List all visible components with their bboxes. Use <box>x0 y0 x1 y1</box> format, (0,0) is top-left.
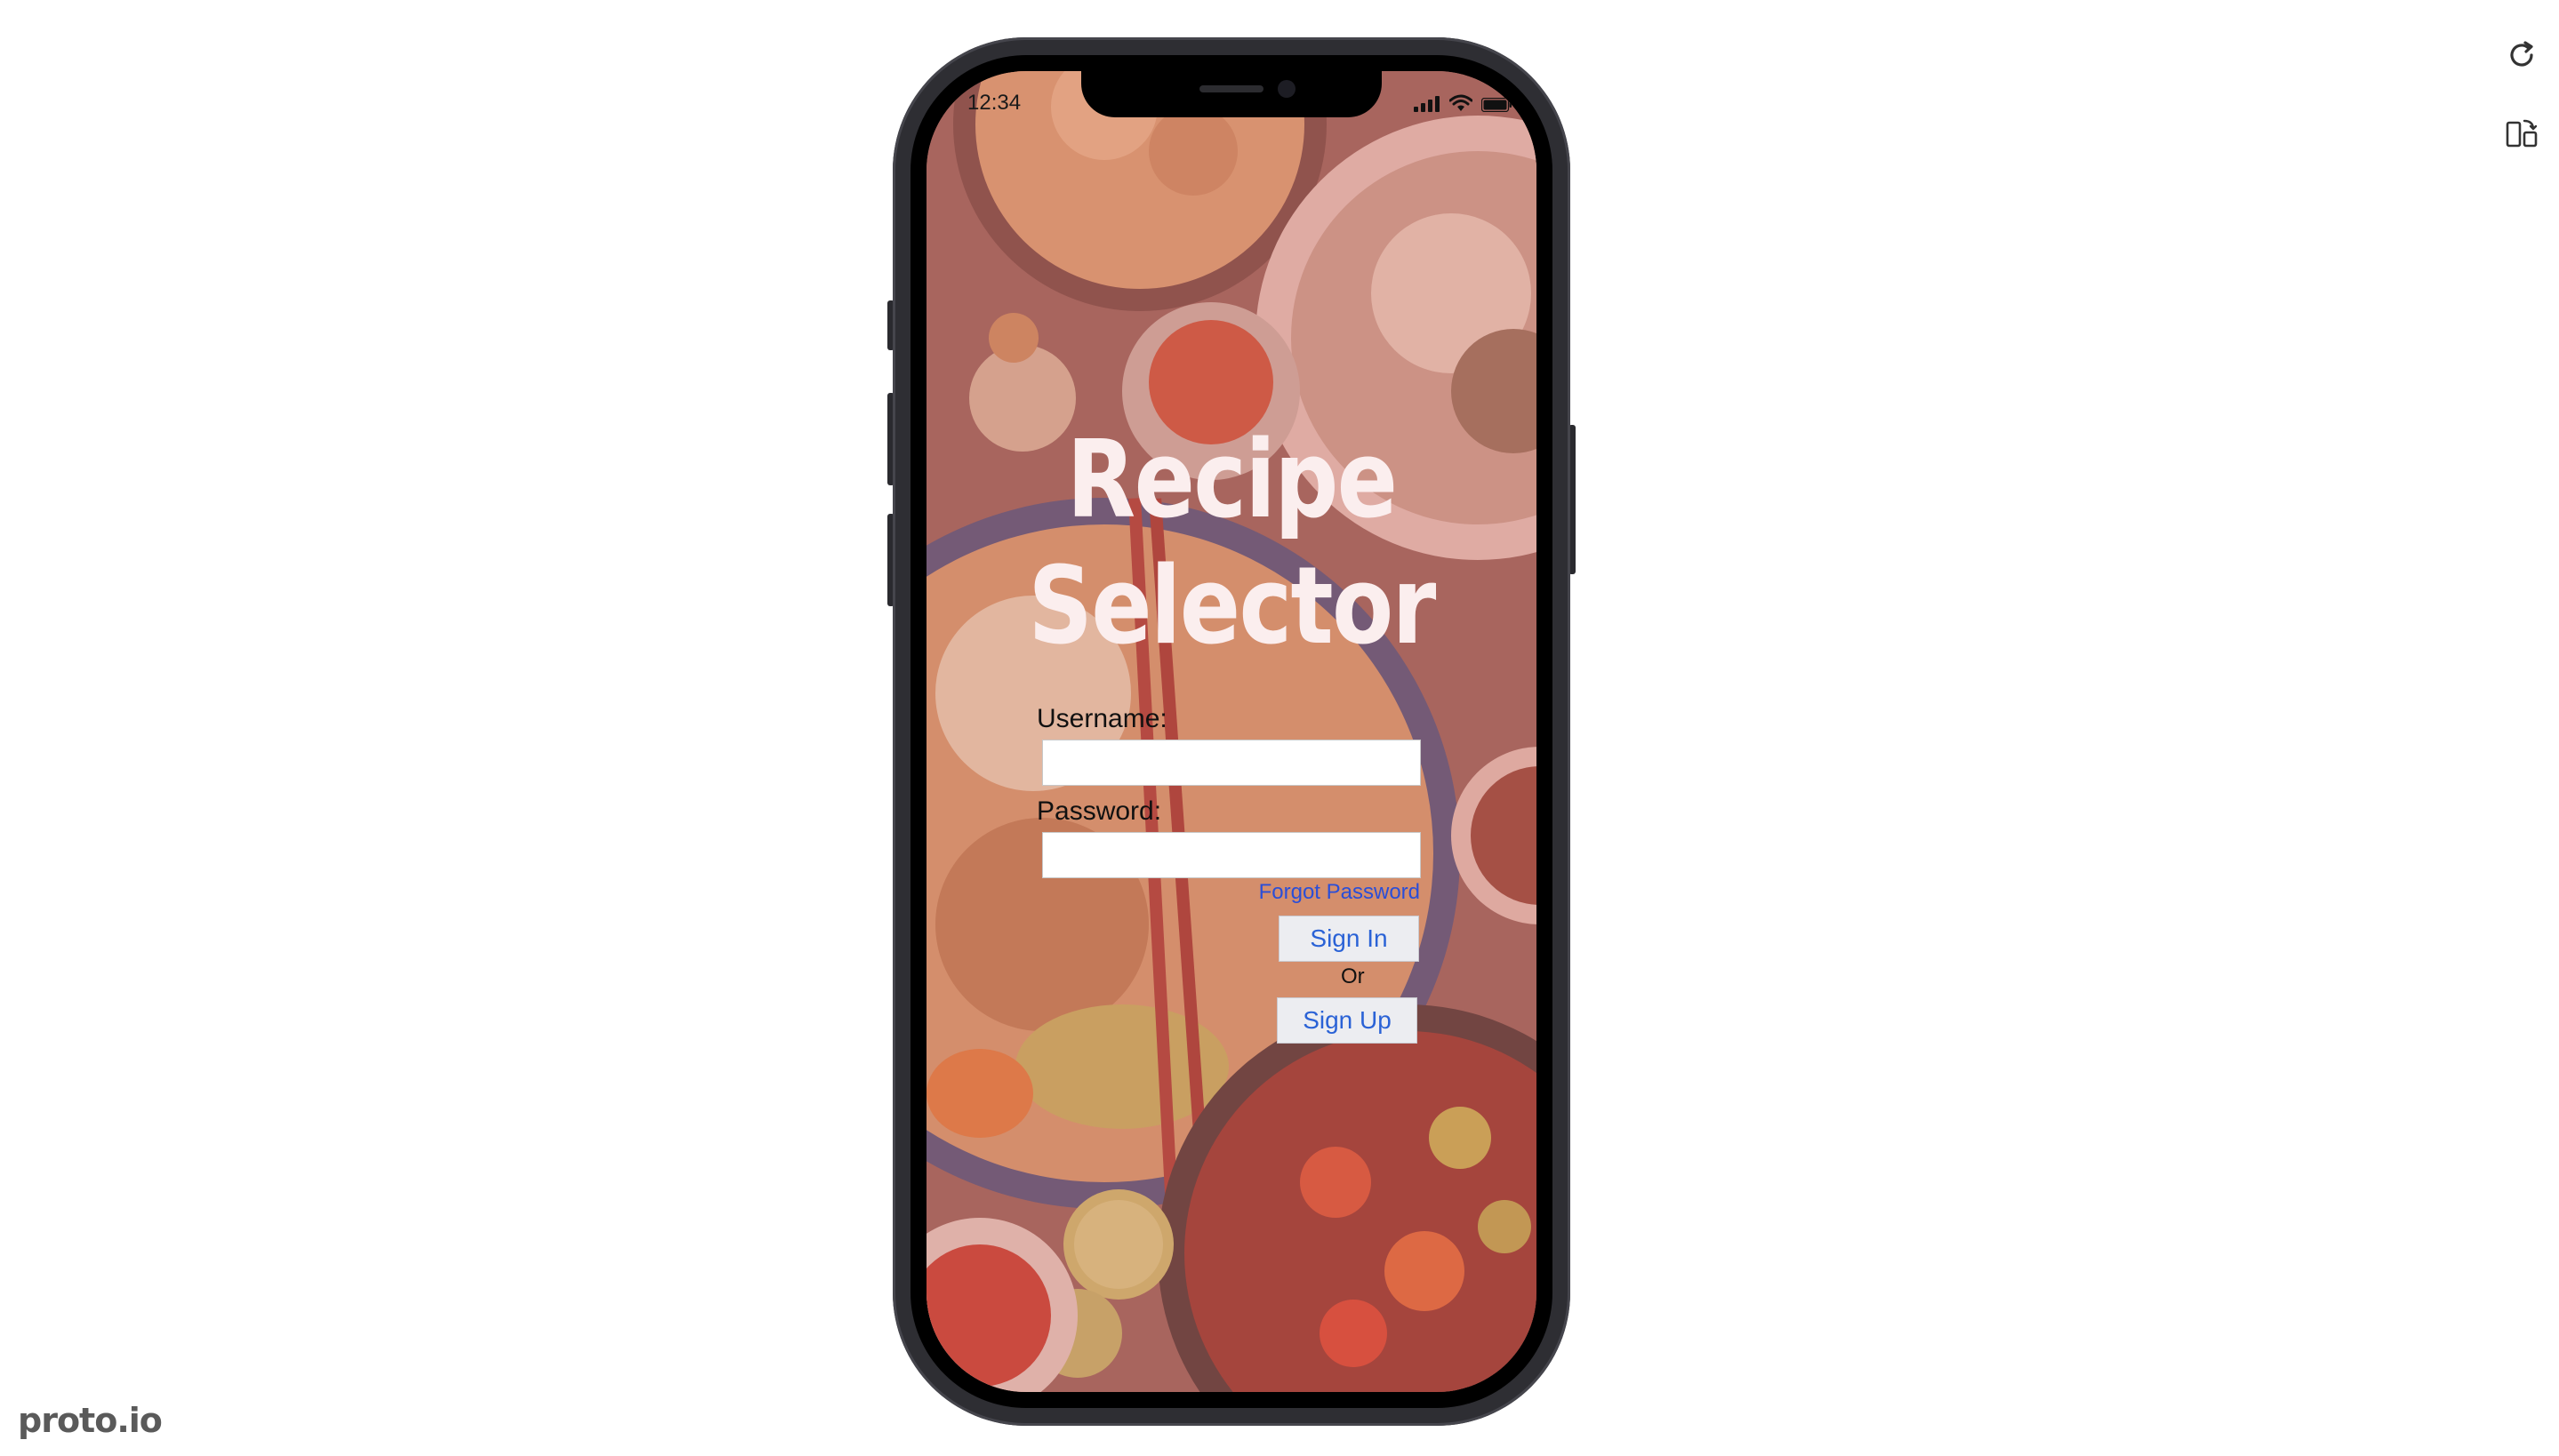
app-title-line-1: Recipe <box>1066 419 1398 542</box>
battery-icon <box>1481 98 1512 112</box>
red-overlay-tint <box>927 71 1536 1392</box>
app-title: Recipe Selector <box>975 418 1488 670</box>
refresh-icon[interactable] <box>2504 37 2539 73</box>
wifi-icon <box>1449 94 1472 111</box>
password-label: Password: <box>1037 796 1162 826</box>
sign-in-button[interactable]: Sign In <box>1279 916 1419 962</box>
status-time: 12:34 <box>967 91 1022 115</box>
app-title-line-2: Selector <box>1028 545 1436 668</box>
earpiece-speaker <box>1199 85 1263 92</box>
status-icons <box>1414 94 1512 112</box>
prototype-viewer: 12:34 Recipe Selector Username: Password… <box>0 0 2559 1456</box>
rotate-device-icon[interactable] <box>2504 116 2539 151</box>
proto-io-logo: proto.io <box>18 1401 163 1440</box>
forgot-password-link[interactable]: Forgot Password <box>1259 880 1420 905</box>
phone-screen: 12:34 Recipe Selector Username: Password… <box>927 71 1536 1392</box>
username-label: Username: <box>1037 704 1167 733</box>
sign-up-button[interactable]: Sign Up <box>1277 997 1417 1044</box>
username-input[interactable] <box>1042 740 1421 786</box>
phone-notch <box>1081 71 1382 117</box>
front-camera <box>1278 80 1296 98</box>
signal-icon <box>1414 96 1440 112</box>
or-separator: Or <box>1341 964 1365 988</box>
password-input[interactable] <box>1042 832 1421 878</box>
